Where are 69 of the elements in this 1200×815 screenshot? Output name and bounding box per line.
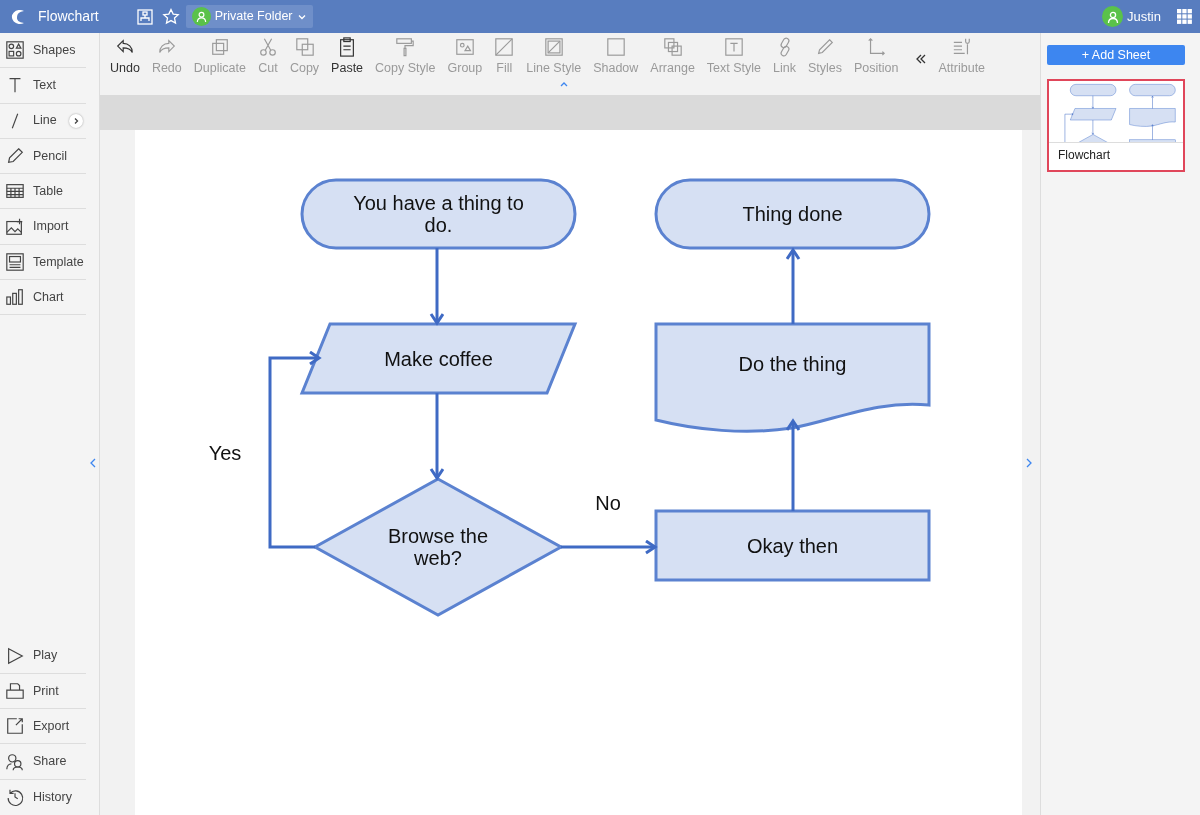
document-shape[interactable] xyxy=(654,322,931,433)
connector-arrow[interactable] xyxy=(785,248,801,324)
collapse-right-icon[interactable] xyxy=(1025,457,1033,469)
export-icon xyxy=(5,716,25,737)
sidebar-item[interactable]: Template xyxy=(0,244,86,281)
user-icon xyxy=(195,11,207,22)
folder-button[interactable]: Private Folder xyxy=(185,5,313,28)
expand-icon[interactable] xyxy=(69,113,83,128)
pen-icon xyxy=(815,37,835,57)
axes-icon xyxy=(866,37,887,57)
sidebar-item[interactable]: Export xyxy=(0,709,86,745)
sidebar-item[interactable]: Chart xyxy=(0,280,86,316)
sidebar-item[interactable]: Print xyxy=(0,673,86,710)
image-icon xyxy=(5,216,25,237)
copy-icon xyxy=(294,37,315,57)
sidebar-item[interactable]: Play xyxy=(0,638,86,674)
node-label: You have a thing to do. xyxy=(352,192,525,236)
group-icon xyxy=(454,37,475,57)
sidebar-item[interactable]: Text xyxy=(0,68,86,104)
star-icon[interactable] xyxy=(161,7,180,26)
node-label: Make coffee xyxy=(384,347,493,370)
node-label: Do the thing xyxy=(738,353,847,375)
node-label: Thing done xyxy=(742,203,843,225)
square-icon xyxy=(605,37,626,57)
document-title[interactable]: Flowchart xyxy=(38,6,99,27)
collapse-toolbar-icon[interactable] xyxy=(914,53,927,65)
wrench-icon xyxy=(951,37,972,57)
sidebar-item[interactable]: History xyxy=(0,779,86,815)
toolbar-button[interactable]: Undo xyxy=(106,33,144,76)
user-name[interactable]: Justin xyxy=(1127,6,1161,27)
line-style-icon xyxy=(543,37,564,57)
connector-arrow[interactable] xyxy=(561,539,657,555)
paint-roller-icon xyxy=(395,37,416,57)
scissors-icon xyxy=(257,37,278,57)
sidebar-item[interactable]: Shapes xyxy=(0,33,86,69)
connector-arrow[interactable] xyxy=(429,393,445,480)
connector-arrow[interactable] xyxy=(268,350,321,549)
node-label: Okay then xyxy=(746,534,839,557)
edge-label: No xyxy=(595,492,621,514)
sidebar-item[interactable]: Import xyxy=(0,209,86,245)
print-icon xyxy=(5,680,25,701)
sheet-thumbnail[interactable]: Flowchart xyxy=(1047,79,1185,172)
apps-grid-icon[interactable] xyxy=(1177,9,1192,24)
share-icon xyxy=(5,751,25,772)
sidebar-item[interactable]: Line xyxy=(0,103,86,139)
user-icon xyxy=(1106,10,1119,23)
diagram-icon[interactable] xyxy=(136,8,153,25)
duplicate-icon xyxy=(209,37,230,57)
connector-arrow[interactable] xyxy=(429,248,445,325)
parallelogram-shape[interactable] xyxy=(299,322,578,395)
arrange-icon xyxy=(662,37,683,57)
sidebar-item[interactable]: Table xyxy=(0,174,86,210)
node-label: Browse the web? xyxy=(386,525,490,569)
sidebar-item[interactable]: Share xyxy=(0,744,86,780)
edge-label: Yes xyxy=(208,442,242,464)
toolbar-button[interactable]: Paste xyxy=(327,33,368,76)
connector-arrow[interactable] xyxy=(785,419,801,511)
add-sheet-button[interactable]: + Add Sheet xyxy=(1047,45,1185,66)
rectangle-shape[interactable] xyxy=(654,509,931,582)
sidebar-item[interactable]: Pencil xyxy=(0,138,86,175)
user-avatar[interactable] xyxy=(1102,6,1124,27)
play-icon xyxy=(5,645,25,666)
text-style-icon xyxy=(723,37,744,57)
collapse-left-icon[interactable] xyxy=(89,457,97,469)
shapes-icon xyxy=(5,40,25,61)
fill-icon xyxy=(494,37,515,57)
history-icon xyxy=(5,787,25,808)
template-icon xyxy=(5,251,25,272)
bar-chart-icon xyxy=(5,287,25,308)
